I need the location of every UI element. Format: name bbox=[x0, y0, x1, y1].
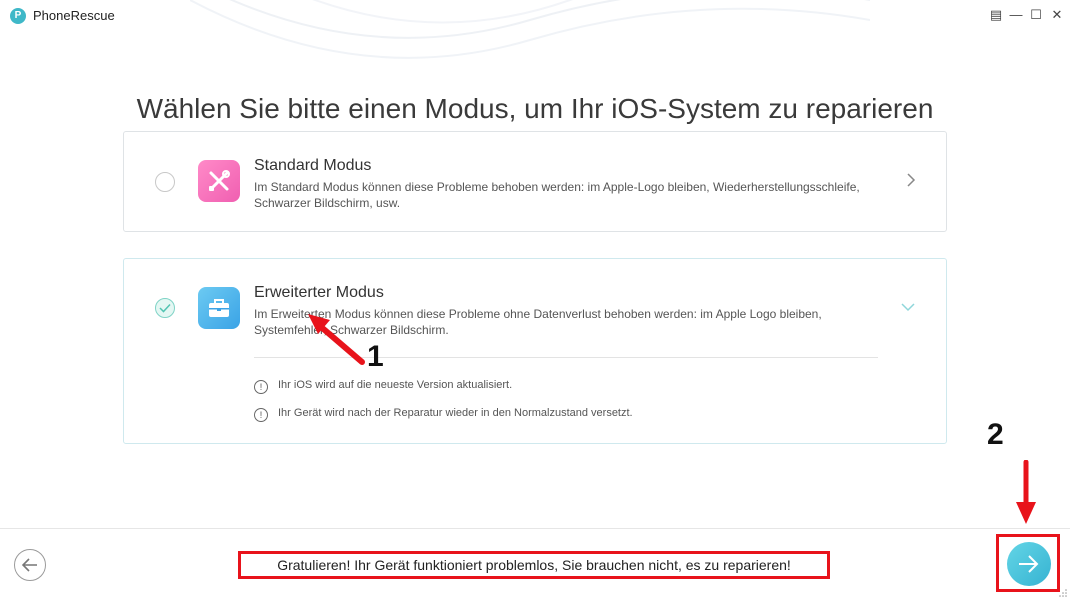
app-title: PhoneRescue bbox=[33, 8, 115, 23]
app-logo-icon: P bbox=[10, 8, 26, 24]
status-message: Gratulieren! Ihr Gerät funktioniert prob… bbox=[238, 551, 830, 579]
chevron-right-icon[interactable] bbox=[906, 172, 916, 188]
next-button[interactable] bbox=[1007, 542, 1051, 586]
checkmark-icon bbox=[159, 303, 171, 313]
advanced-mode-card[interactable]: Erweiterter Modus Im Erweiterten Modus k… bbox=[123, 258, 947, 444]
back-button[interactable] bbox=[14, 549, 46, 581]
page-title: Wählen Sie bitte einen Modus, um Ihr iOS… bbox=[136, 92, 934, 124]
menu-icon[interactable]: ▤ bbox=[988, 7, 1004, 23]
annotation-number-2: 2 bbox=[987, 418, 1004, 451]
arrow-left-icon bbox=[22, 558, 37, 572]
standard-mode-card[interactable]: Standard Modus Im Standard Modus können … bbox=[123, 131, 947, 232]
standard-mode-radio[interactable] bbox=[155, 172, 175, 192]
annotation-arrow-1 bbox=[308, 314, 365, 365]
chevron-down-icon[interactable] bbox=[900, 302, 916, 312]
info-icon: ! bbox=[254, 380, 268, 394]
info-icon: ! bbox=[254, 408, 268, 422]
close-button[interactable]: ✕ bbox=[1049, 7, 1065, 23]
annotation-number-1: 1 bbox=[367, 340, 384, 373]
info-note: ! Ihr iOS wird auf die neueste Version ak… bbox=[254, 379, 512, 394]
standard-mode-title: Standard Modus bbox=[254, 157, 372, 174]
decorative-wave-background bbox=[190, 0, 870, 59]
standard-mode-description: Im Standard Modus können diese Probleme … bbox=[254, 180, 860, 210]
toolbox-icon bbox=[198, 287, 240, 329]
advanced-mode-radio[interactable] bbox=[155, 298, 175, 318]
resize-grip-icon[interactable] bbox=[1059, 589, 1067, 597]
title-bar: P PhoneRescue ▤ — ☐ ✕ bbox=[0, 0, 1070, 59]
maximize-button[interactable]: ☐ bbox=[1028, 7, 1044, 23]
minimize-button[interactable]: — bbox=[1008, 7, 1024, 23]
tools-icon bbox=[198, 160, 240, 202]
arrow-right-icon bbox=[1019, 555, 1039, 573]
info-note: ! Ihr Gerät wird nach der Reparatur wiede… bbox=[254, 407, 633, 422]
footer-divider bbox=[0, 528, 1070, 529]
annotation-arrow-2 bbox=[1016, 460, 1036, 524]
